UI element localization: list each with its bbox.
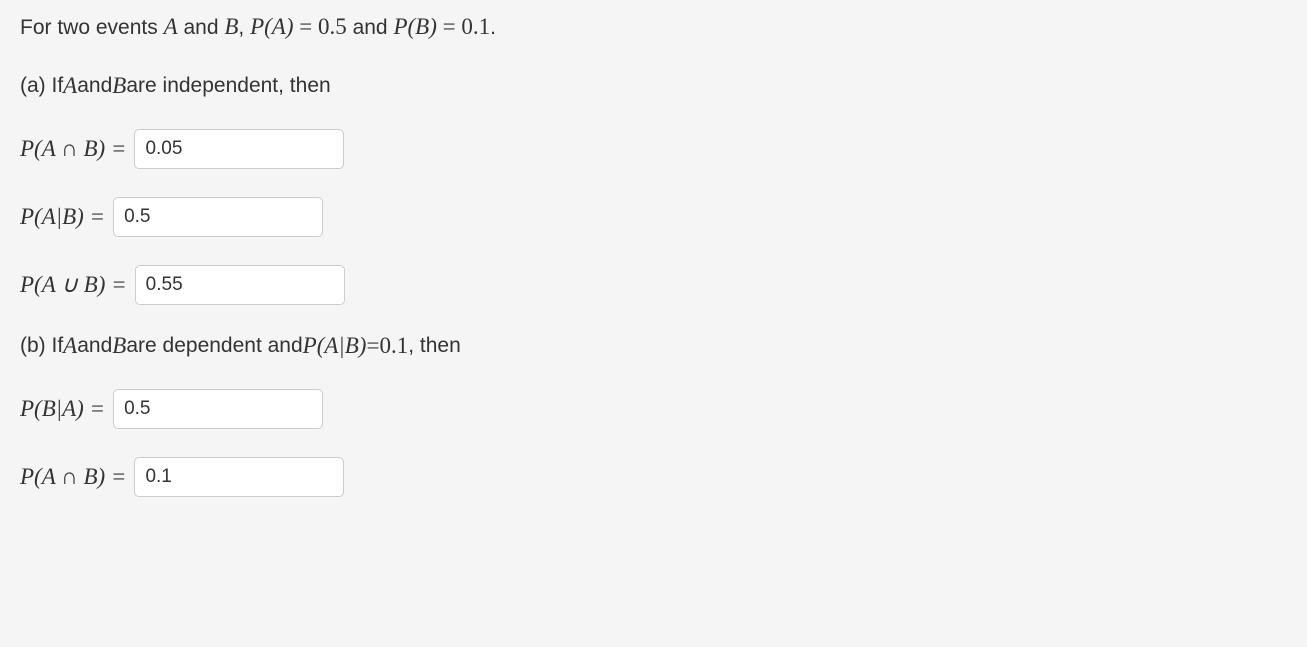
part-a-and: and — [77, 74, 112, 98]
part-a-A: A — [63, 73, 77, 99]
p-a-union-b-input[interactable] — [135, 265, 345, 305]
part-b-q1: P(B|A) = — [20, 389, 1287, 429]
part-b-mid: are dependent and — [126, 334, 302, 358]
part-b-and: and — [77, 334, 112, 358]
p-b-given-a-input[interactable] — [113, 389, 323, 429]
eq1: = — [294, 14, 318, 39]
intro-and1: and — [178, 16, 225, 39]
pa-value: 0.5 — [318, 14, 347, 39]
event-b: B — [224, 14, 238, 39]
part-a-suffix: are independent, then — [126, 74, 330, 98]
problem-intro: For two events A and B, P(A) = 0.5 and P… — [20, 10, 1287, 45]
part-b-pab: P(A|B) — [303, 333, 367, 359]
eq2: = — [437, 14, 461, 39]
part-b-prefix: (b) If — [20, 334, 63, 358]
event-a: A — [164, 14, 178, 39]
p-a-given-b-label: P(A|B) = — [20, 204, 105, 230]
part-a-q3: P(A ∪ B) = — [20, 265, 1287, 305]
part-b-q2: P(A ∩ B) = — [20, 457, 1287, 497]
intro-comma: , — [238, 16, 250, 39]
part-a-B: B — [112, 73, 126, 99]
part-b-B: B — [112, 333, 126, 359]
p-a-union-b-label: P(A ∪ B) = — [20, 272, 127, 298]
part-a-heading: (a) If A and B are independent, then — [20, 73, 1287, 99]
part-a-q2: P(A|B) = — [20, 197, 1287, 237]
part-a-q1: P(A ∩ B) = — [20, 129, 1287, 169]
part-b-suffix: , then — [408, 334, 461, 358]
part-a-prefix: (a) If — [20, 74, 63, 98]
intro-period: . — [490, 16, 496, 39]
p-a-intersect-b-label-2: P(A ∩ B) = — [20, 464, 126, 490]
part-b-pabval: 0.1 — [379, 333, 408, 359]
p-a-given-b-input[interactable] — [113, 197, 323, 237]
p-of-b: P(B) — [393, 14, 436, 39]
p-a-intersect-b-label: P(A ∩ B) = — [20, 136, 126, 162]
intro-text: For two events — [20, 16, 164, 39]
pb-value: 0.1 — [461, 14, 490, 39]
part-b-heading: (b) If A and B are dependent and P(A|B) … — [20, 333, 1287, 359]
part-b-eq: = — [366, 333, 379, 359]
p-a-intersect-b-input[interactable] — [134, 129, 344, 169]
intro-and2: and — [347, 16, 394, 39]
p-b-given-a-label: P(B|A) = — [20, 396, 105, 422]
p-a-intersect-b-input-2[interactable] — [134, 457, 344, 497]
p-of-a: P(A) — [250, 14, 293, 39]
part-b-A: A — [63, 333, 77, 359]
